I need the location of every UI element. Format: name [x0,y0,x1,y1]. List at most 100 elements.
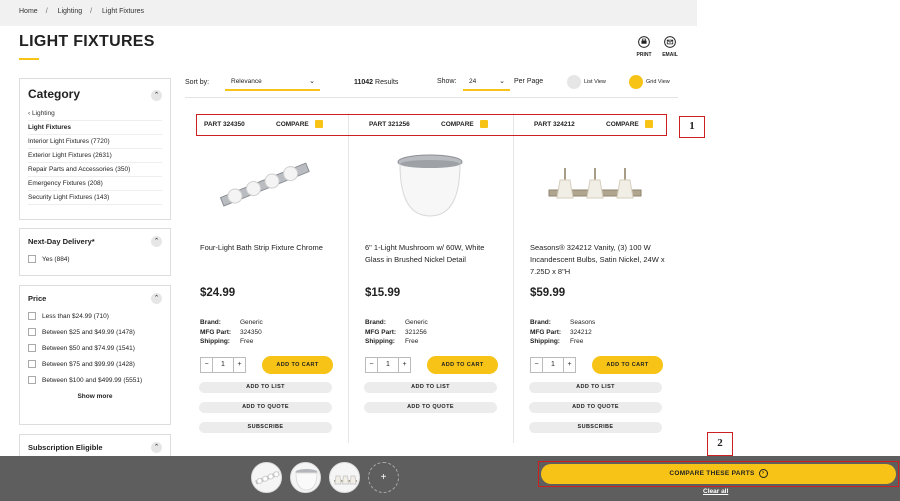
increment-button[interactable]: + [563,357,576,373]
checkbox[interactable] [28,328,36,336]
product-price: $59.99 [530,287,566,299]
price-option[interactable]: Between $50 and $74.99 (1541) [20,341,170,355]
category-header[interactable]: Category ⌃ [20,79,170,101]
product-image[interactable] [205,150,325,220]
price-option[interactable]: Between $25 and $49.99 (1478) [20,325,170,339]
checkbox[interactable] [28,312,36,320]
chevron-down-icon: ⌄ [309,78,315,85]
list-view-button[interactable]: List View [567,75,606,89]
quantity-stepper: − 1 + [530,357,576,373]
price-option-label: Between $25 and $49.99 (1478) [42,328,135,336]
add-to-cart-button[interactable]: ADD TO CART [427,356,498,374]
spec-label: Shipping: [365,338,395,345]
category-title: Category [28,87,81,101]
email-label: EMAIL [662,52,678,58]
compare-these-parts-button[interactable]: COMPARE THESE PARTS › [541,464,896,484]
price-option[interactable]: Between $75 and $99.99 (1428) [20,357,170,371]
add-to-list-button[interactable]: ADD TO LIST [364,382,497,393]
increment-button[interactable]: + [398,357,411,373]
add-to-cart-button[interactable]: ADD TO CART [592,356,663,374]
add-to-quote-button[interactable]: ADD TO QUOTE [364,402,497,413]
product-image[interactable] [370,150,490,220]
price-option[interactable]: Between $100 and $499.99 (5551) [20,373,170,387]
checkbox[interactable] [28,360,36,368]
spec-label: MFG Part: [530,328,562,336]
delivery-header[interactable]: Next-Day Delivery* ⌃ [20,229,170,247]
decrement-button[interactable]: − [365,357,378,373]
product-price: $15.99 [365,287,401,299]
chevron-up-icon[interactable]: ⌃ [151,442,162,453]
checkbox[interactable] [28,344,36,352]
breadcrumb-current: Light Fixtures [102,8,145,15]
product-name[interactable]: Four-Light Bath Strip Fixture Chrome [200,242,340,254]
add-to-quote-button[interactable]: ADD TO QUOTE [529,402,662,413]
subscribe-button[interactable]: SUBSCRIBE [529,422,662,433]
chevron-up-icon[interactable]: ⌃ [151,236,162,247]
compare-thumbnail[interactable] [329,462,360,493]
price-option[interactable]: Less than $24.99 (710) [20,309,170,323]
product-name[interactable]: Seasons® 324212 Vanity, (3) 100 W Incand… [530,242,670,278]
sort-value: Relevance [231,78,262,85]
per-page-select[interactable]: 24 ⌄ [463,73,510,91]
price-option-label: Between $75 and $99.99 (1428) [42,360,135,368]
subscribe-button[interactable]: SUBSCRIBE [199,422,332,433]
list-icon [567,75,581,89]
sort-select[interactable]: Relevance ⌄ [225,73,320,91]
breadcrumb-separator: / [45,8,48,15]
add-to-quote-button[interactable]: ADD TO QUOTE [199,402,332,413]
brand-value: Seasons [570,319,596,326]
quantity-input[interactable]: 1 [543,357,563,373]
product-image[interactable] [535,150,655,220]
chevron-up-icon[interactable]: ⌃ [151,90,162,101]
quantity-input[interactable]: 1 [378,357,398,373]
breadcrumb-lighting[interactable]: Lighting [58,8,83,15]
mfg-value: 321256 [405,328,427,336]
delivery-title: Next-Day Delivery* [28,237,95,246]
compare-thumbnail[interactable] [290,462,321,493]
category-item[interactable]: Exterior Light Fixtures (2631) [28,149,162,163]
print-button[interactable]: PRINT [632,36,656,58]
chevron-up-icon[interactable]: ⌃ [151,293,162,304]
delivery-option[interactable]: Yes (884) [20,252,170,266]
per-page-label: Per Page [514,78,544,85]
mfg-value: 324350 [240,328,262,336]
price-header[interactable]: Price ⌃ [20,286,170,304]
email-button[interactable]: EMAIL [658,36,682,58]
category-item[interactable]: Emergency Fixtures (208) [28,177,162,191]
shipping-value: Free [570,338,584,345]
add-to-list-button[interactable]: ADD TO LIST [529,382,662,393]
compare-highlight [196,114,667,136]
add-to-list-button[interactable]: ADD TO LIST [199,382,332,393]
category-back-link[interactable]: ‹ Lighting [28,107,162,121]
delivery-option-label: Yes (884) [42,255,70,263]
compare-thumbnail[interactable] [251,462,282,493]
product-name[interactable]: 6" 1-Light Mushroom w/ 60W, White Glass … [365,242,505,266]
breadcrumb-home[interactable]: Home [19,8,38,15]
add-to-cart-button[interactable]: ADD TO CART [262,356,333,374]
checkbox[interactable] [28,255,36,263]
spec-label: Brand: [365,319,386,326]
product-specs: Brand: Generic MFG Part: 324350 Shipping: F… [200,318,263,347]
delivery-panel: Next-Day Delivery* ⌃ Yes (884) [19,228,171,276]
price-option-label: Between $50 and $74.99 (1541) [42,344,135,352]
breadcrumb-bar: Home / Lighting / Light Fixtures [0,0,697,26]
category-panel: Category ⌃ ‹ Lighting Light Fixtures Int… [19,78,171,220]
checkbox[interactable] [28,376,36,384]
grid-view-button[interactable]: Grid View [629,75,670,89]
decrement-button[interactable]: − [200,357,213,373]
price-option-label: Less than $24.99 (710) [42,312,109,320]
increment-button[interactable]: + [233,357,246,373]
category-item[interactable]: Repair Parts and Accessories (350) [28,163,162,177]
clear-all-link[interactable]: Clear all [703,488,728,495]
spec-label: Brand: [530,319,551,326]
spec-label: MFG Part: [365,328,397,336]
quantity-input[interactable]: 1 [213,357,233,373]
add-compare-slot[interactable]: + [368,462,399,493]
category-item[interactable]: Security Light Fixtures (143) [28,191,162,205]
decrement-button[interactable]: − [530,357,543,373]
callout-badge: 1 [679,116,705,138]
show-more-link[interactable]: Show more [20,387,170,400]
category-item[interactable]: Interior Light Fixtures (7720) [28,135,162,149]
grid-view-label: Grid View [646,79,670,85]
brand-value: Generic [240,319,263,326]
